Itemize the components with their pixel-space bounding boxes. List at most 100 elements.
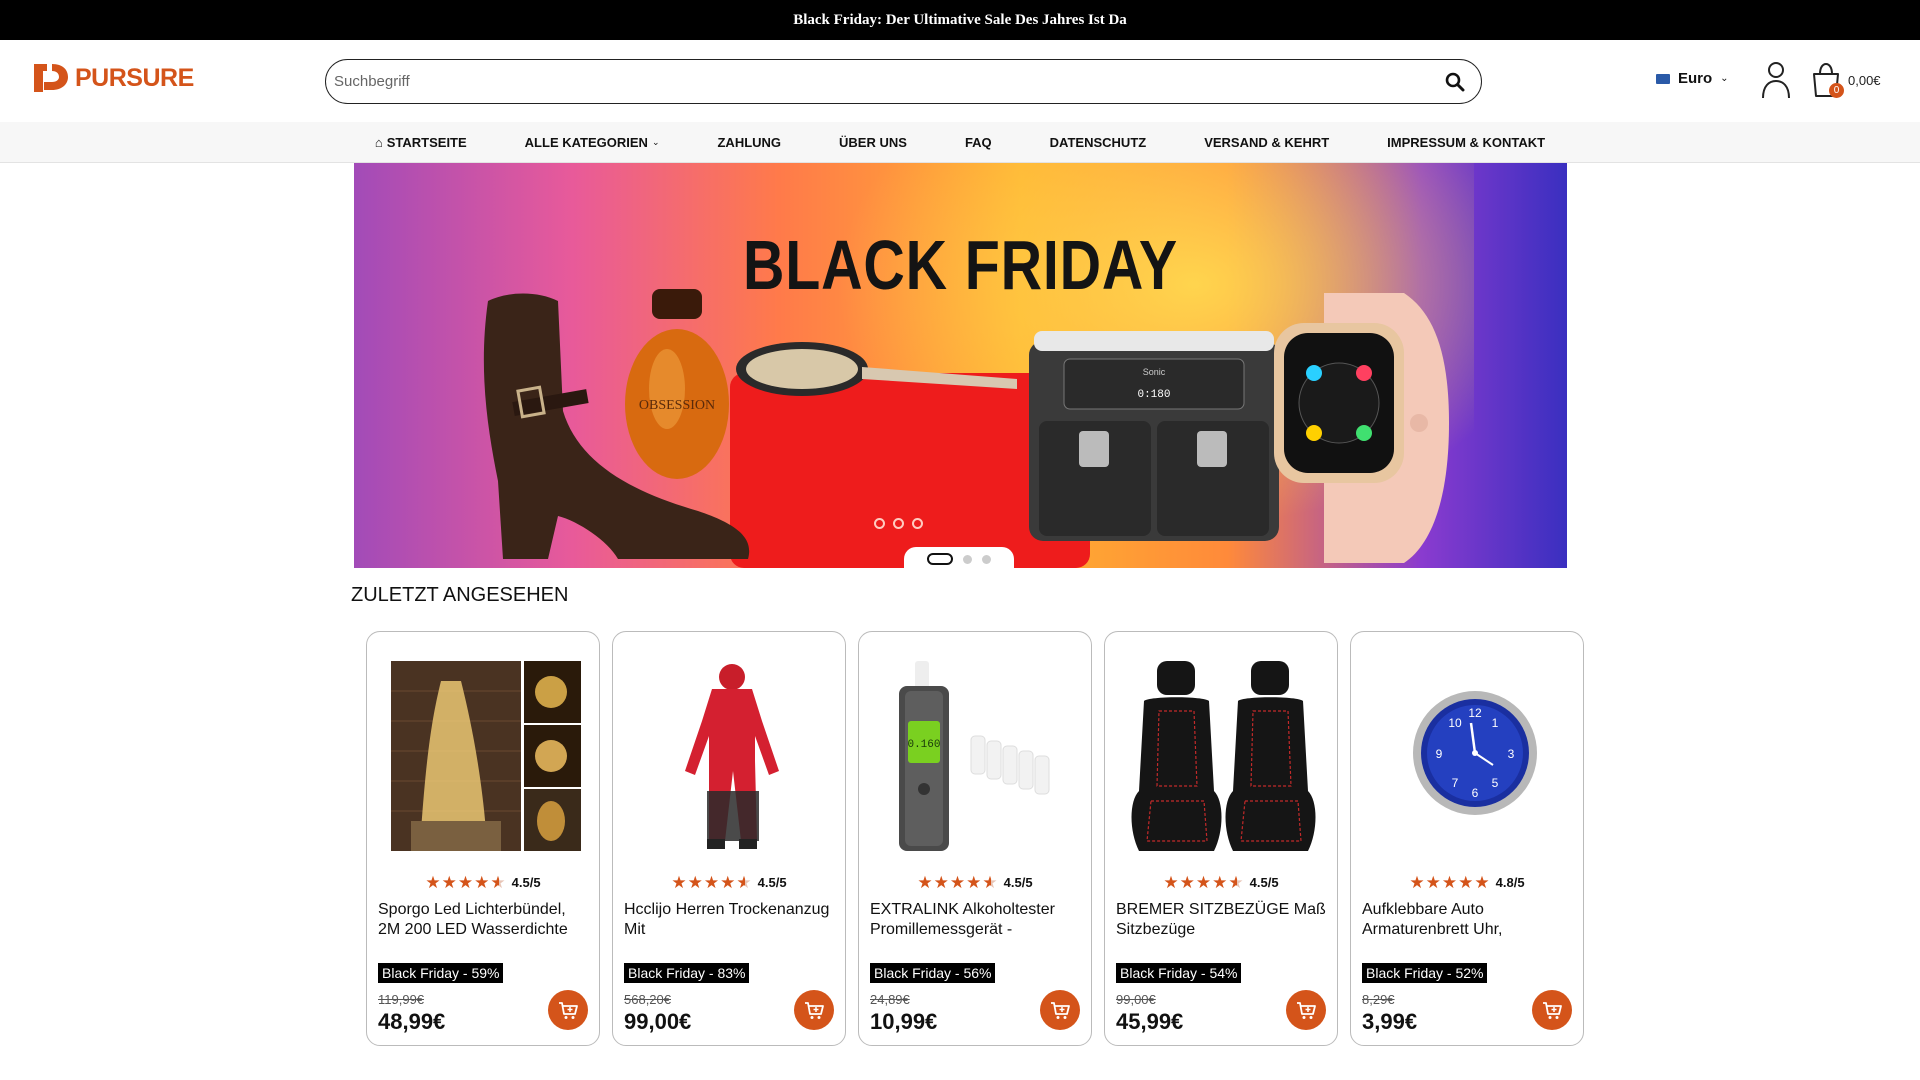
rating-value: 4.5/5 [1003, 875, 1033, 890]
product-name[interactable]: Sporgo Led Lichterbündel, 2M 200 LED Was… [378, 900, 590, 940]
product-image [1129, 661, 1319, 851]
rating-value: 4.5/5 [757, 875, 787, 890]
announcement-bar: Black Friday: Der Ultimative Sale Des Ja… [0, 0, 1920, 40]
user-account-icon[interactable] [1760, 60, 1792, 100]
carousel-dot[interactable] [927, 553, 953, 565]
product-card[interactable]: 12 3 6 9 10 1 5 7 ★ ★ ★ ★ ★ 4.8/5 Aufklebbare Auto… [1350, 631, 1584, 1046]
add-to-cart-button[interactable] [794, 990, 834, 1030]
add-to-cart-button[interactable] [1286, 990, 1326, 1030]
logo-mark-icon [34, 64, 68, 92]
search-input[interactable] [334, 73, 1443, 90]
star-icon: ★ [441, 873, 457, 892]
product-name[interactable]: Aufklebbare Auto Armaturenbrett Uhr, [1362, 900, 1574, 940]
product-rating: ★ ★ ★ ★ ★ 4.5/5 [859, 874, 1091, 891]
star-icon: ★ [474, 873, 490, 892]
logo[interactable]: PURSURE [30, 62, 194, 94]
svg-text:5: 5 [1492, 776, 1499, 790]
price: 3,99€ [1362, 1009, 1418, 1034]
rating-stars: ★ ★ ★ ★ ★ [425, 874, 505, 891]
nav-item-ueber-uns[interactable]: ÜBER UNS [839, 135, 907, 150]
star-icon: ★ [1425, 873, 1441, 892]
currency-selector[interactable]: Euro ⌄ [1656, 70, 1729, 87]
rating-value: 4.5/5 [1249, 875, 1279, 890]
carousel-indicators [904, 547, 1014, 571]
old-price: 8,29€ [1362, 992, 1395, 1007]
star-half-icon: ★ [490, 873, 506, 892]
star-icon: ★ [1474, 873, 1490, 892]
nav-item-startseite[interactable]: ⌂ STARTSEITE [375, 135, 467, 150]
svg-text:6: 6 [1472, 786, 1479, 800]
nav-item-datenschutz[interactable]: DATENSCHUTZ [1050, 135, 1147, 150]
nav-item-impressum-kontakt[interactable]: IMPRESSUM & KONTAKT [1387, 135, 1545, 150]
nav-item-zahlung[interactable]: ZAHLUNG [717, 135, 781, 150]
rating-value: 4.8/5 [1495, 875, 1525, 890]
logo-text: PURSURE [75, 63, 194, 92]
rating-stars: ★ ★ ★ ★ ★ [671, 874, 751, 891]
nav-item-alle-kategorien[interactable]: ALLE KATEGORIEN ⌄ [525, 135, 660, 150]
search-icon[interactable] [1443, 70, 1467, 94]
product-card[interactable]: ★ ★ ★ ★ ★ 4.5/5 Sporgo Led Lichterbündel, 2M… [366, 631, 600, 1046]
svg-text:9: 9 [1436, 747, 1443, 761]
product-rating: ★ ★ ★ ★ ★ 4.5/5 [1105, 874, 1337, 891]
product-name[interactable]: BREMER SITZBEZÜGE Maß Sitzbezüge [1116, 900, 1328, 940]
star-icon: ★ [1195, 873, 1212, 892]
hero-banner[interactable]: BLACK FRIDAY OBSESSION Sonic 0:180 [354, 163, 1567, 568]
carousel-dot[interactable] [963, 554, 972, 564]
perfume-label: OBSESSION [639, 398, 715, 413]
cart-plus-icon [559, 1002, 578, 1019]
search-bar [325, 59, 1482, 104]
price: 10,99€ [870, 1009, 938, 1034]
deal-badge: Black Friday - 83% [624, 963, 750, 983]
carousel-dot[interactable] [982, 554, 991, 564]
add-to-cart-button[interactable] [1532, 990, 1572, 1030]
home-icon: ⌂ [374, 134, 383, 150]
product-card[interactable]: ★ ★ ★ ★ ★ 4.5/5 BREMER SITZBEZÜGE Maß Sitzbe… [1104, 631, 1338, 1046]
product-rating: ★ ★ ★ ★ ★ 4.5/5 [613, 874, 845, 891]
star-icon: ★ [720, 873, 736, 892]
nav-item-label: STARTSEITE [386, 134, 467, 150]
add-to-cart-button[interactable] [548, 990, 588, 1030]
star-icon: ★ [917, 873, 933, 892]
cart-plus-icon [805, 1002, 824, 1019]
cart-button[interactable]: 0 0,00€ [1810, 62, 1881, 98]
star-icon: ★ [687, 873, 703, 892]
svg-text:3: 3 [1508, 747, 1515, 761]
product-rating: ★ ★ ★ ★ ★ 4.8/5 [1351, 874, 1583, 891]
nav-item-label: ALLE KATEGORIEN [524, 134, 648, 150]
star-icon: ★ [1441, 873, 1458, 892]
fryer-brand: Sonic [1143, 367, 1166, 377]
star-icon: ★ [966, 873, 982, 892]
svg-text:10: 10 [1448, 716, 1462, 730]
svg-text:0.160: 0.160 [907, 739, 940, 751]
star-half-icon: ★ [1228, 873, 1244, 892]
fryer-display: 0:180 [1137, 389, 1170, 401]
star-icon: ★ [1179, 873, 1195, 892]
product-card[interactable]: ★ ★ ★ ★ ★ 4.5/5 Hcclijo Herren Trockenanzug … [612, 631, 846, 1046]
rating-stars: ★ ★ ★ ★ ★ [1409, 874, 1489, 891]
product-name[interactable]: Hcclijo Herren Trockenanzug Mit [624, 900, 836, 940]
hair-brush-image [736, 342, 1017, 396]
star-icon: ★ [949, 873, 966, 892]
currency-label: Euro [1678, 70, 1713, 87]
svg-text:12: 12 [1468, 706, 1482, 720]
price: 45,99€ [1116, 1009, 1184, 1034]
price: 48,99€ [378, 1009, 446, 1034]
svg-text:7: 7 [1452, 776, 1459, 790]
deal-badge: Black Friday - 52% [1362, 963, 1488, 983]
product-rating: ★ ★ ★ ★ ★ 4.5/5 [367, 874, 599, 891]
star-half-icon: ★ [982, 873, 998, 892]
star-icon: ★ [1458, 873, 1474, 892]
old-price: 119,99€ [378, 992, 425, 1007]
add-to-cart-button[interactable] [1040, 990, 1080, 1030]
eu-flag-icon [1656, 73, 1670, 84]
cart-plus-icon [1297, 1002, 1316, 1019]
cart-plus-icon [1051, 1002, 1070, 1019]
deal-badge: Black Friday - 59% [378, 963, 504, 983]
star-icon: ★ [933, 873, 949, 892]
nav-item-versand-kehrt[interactable]: VERSAND & KEHRT [1204, 135, 1329, 150]
star-icon: ★ [457, 873, 474, 892]
product-image [391, 661, 581, 851]
product-name[interactable]: EXTRALINK Alkoholtester Promillemessgerä… [870, 900, 1082, 940]
product-card[interactable]: 0.160 ★ ★ ★ ★ ★ 4.5/5 EXTRALINK Alkoholteste… [858, 631, 1092, 1046]
nav-item-faq[interactable]: FAQ [965, 135, 992, 150]
